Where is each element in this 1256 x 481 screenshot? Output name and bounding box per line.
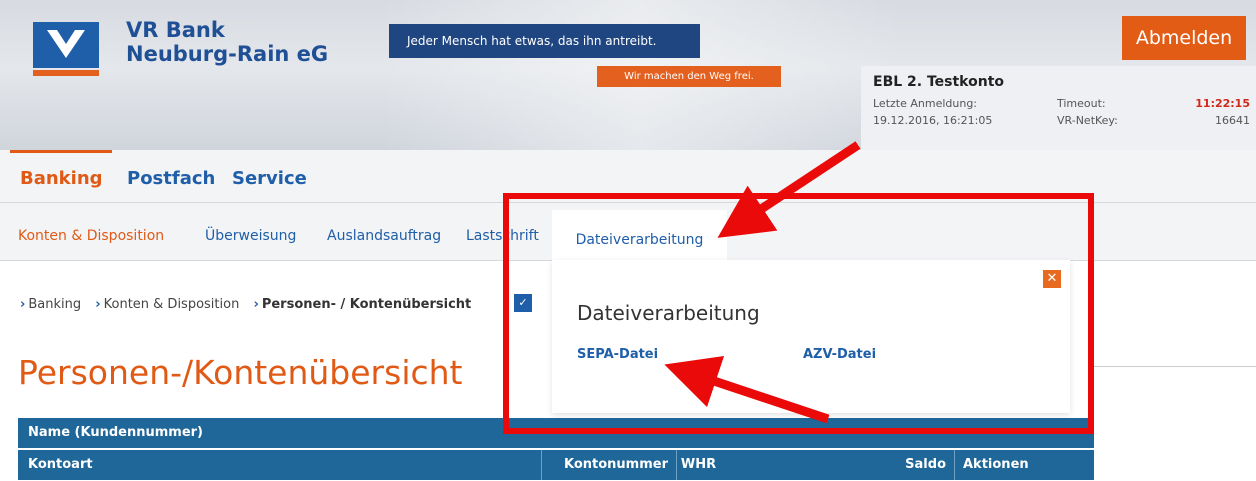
header: VR Bank Neuburg-Rain eG Jeder Mensch hat… [0, 0, 1256, 150]
slogan-banner: Jeder Mensch hat etwas, das ihn antreibt… [389, 24, 700, 58]
sub-nav: Konten & Disposition Überweisung Ausland… [0, 203, 1256, 261]
sub-nav-ueberweisung[interactable]: Überweisung [205, 228, 296, 244]
timeout-value: 11:22:15 [1195, 97, 1250, 110]
netkey-label: VR-NetKey: [1057, 114, 1118, 127]
vr-bank-logo-icon[interactable] [33, 22, 99, 68]
popup-title: Dateiverarbeitung [577, 301, 760, 325]
chevron-right-icon: › [20, 297, 26, 312]
logout-button[interactable]: Abmelden [1122, 16, 1246, 60]
main-nav-service[interactable]: Service [232, 168, 307, 189]
breadcrumb-current: Personen- / Kontenübersicht [261, 297, 472, 312]
sub-nav-lastschrift[interactable]: Lastschrift [466, 228, 539, 244]
breadcrumb-dropdown-chevron-down-icon[interactable]: ✓ [514, 294, 532, 312]
divider [1094, 366, 1256, 367]
sub-nav-konten-disposition[interactable]: Konten & Disposition [18, 228, 164, 244]
netkey-value: 16641 [1215, 114, 1250, 127]
table-header-name: Name (Kundennummer) [18, 418, 1094, 448]
last-login-value: 19.12.2016, 16:21:05 [873, 114, 993, 127]
last-login-label: Letzte Anmeldung: [873, 97, 978, 110]
timeout-label: Timeout: [1057, 97, 1106, 110]
main-nav-postfach[interactable]: Postfach [127, 168, 215, 189]
chevron-right-icon: › [95, 297, 101, 312]
col-aktionen[interactable]: Aktionen [954, 450, 1094, 480]
close-icon[interactable]: ✕ [1043, 270, 1061, 288]
account-info-panel: EBL 2. Testkonto Letzte Anmeldung: 19.12… [861, 66, 1256, 150]
col-kontonummer[interactable]: Kontonummer [541, 450, 676, 480]
account-name: EBL 2. Testkonto [873, 74, 1005, 90]
col-whr[interactable]: WHR [676, 450, 720, 480]
logo-underline [33, 70, 99, 76]
sub-nav-dateiverarbeitung[interactable]: Dateiverarbeitung [552, 210, 727, 261]
col-saldo[interactable]: Saldo [720, 450, 954, 480]
azv-datei-link[interactable]: AZV-Datei [803, 347, 876, 362]
sepa-datei-link[interactable]: SEPA-Datei [577, 347, 658, 362]
chevron-right-icon: › [253, 297, 259, 312]
main-nav-banking[interactable]: Banking [20, 168, 103, 189]
main-nav: Banking Postfach Service [0, 150, 1256, 203]
breadcrumb: › Banking › Konten & Disposition › Personen… [20, 297, 481, 312]
sub-nav-auslandsauftrag[interactable]: Auslandsauftrag [327, 228, 441, 244]
bank-name-line1: VR Bank [126, 18, 225, 42]
table-header-columns: Kontoart Kontonummer WHR Saldo Aktionen [18, 450, 1094, 480]
bank-name: VR Bank Neuburg-Rain eG [126, 18, 366, 66]
slogan-sub-banner: Wir machen den Weg frei. [597, 66, 781, 87]
main-nav-active-indicator [10, 150, 112, 153]
breadcrumb-konten-disposition[interactable]: Konten & Disposition [104, 297, 240, 312]
bank-name-line2: Neuburg-Rain eG [126, 42, 329, 66]
col-kontoart[interactable]: Kontoart [28, 450, 508, 480]
breadcrumb-banking[interactable]: Banking [28, 297, 81, 312]
page-title: Personen-/Kontenübersicht [18, 353, 463, 392]
dateiverarbeitung-popup: Dateiverarbeitung ✕ SEPA-Datei AZV-Datei [552, 260, 1070, 413]
